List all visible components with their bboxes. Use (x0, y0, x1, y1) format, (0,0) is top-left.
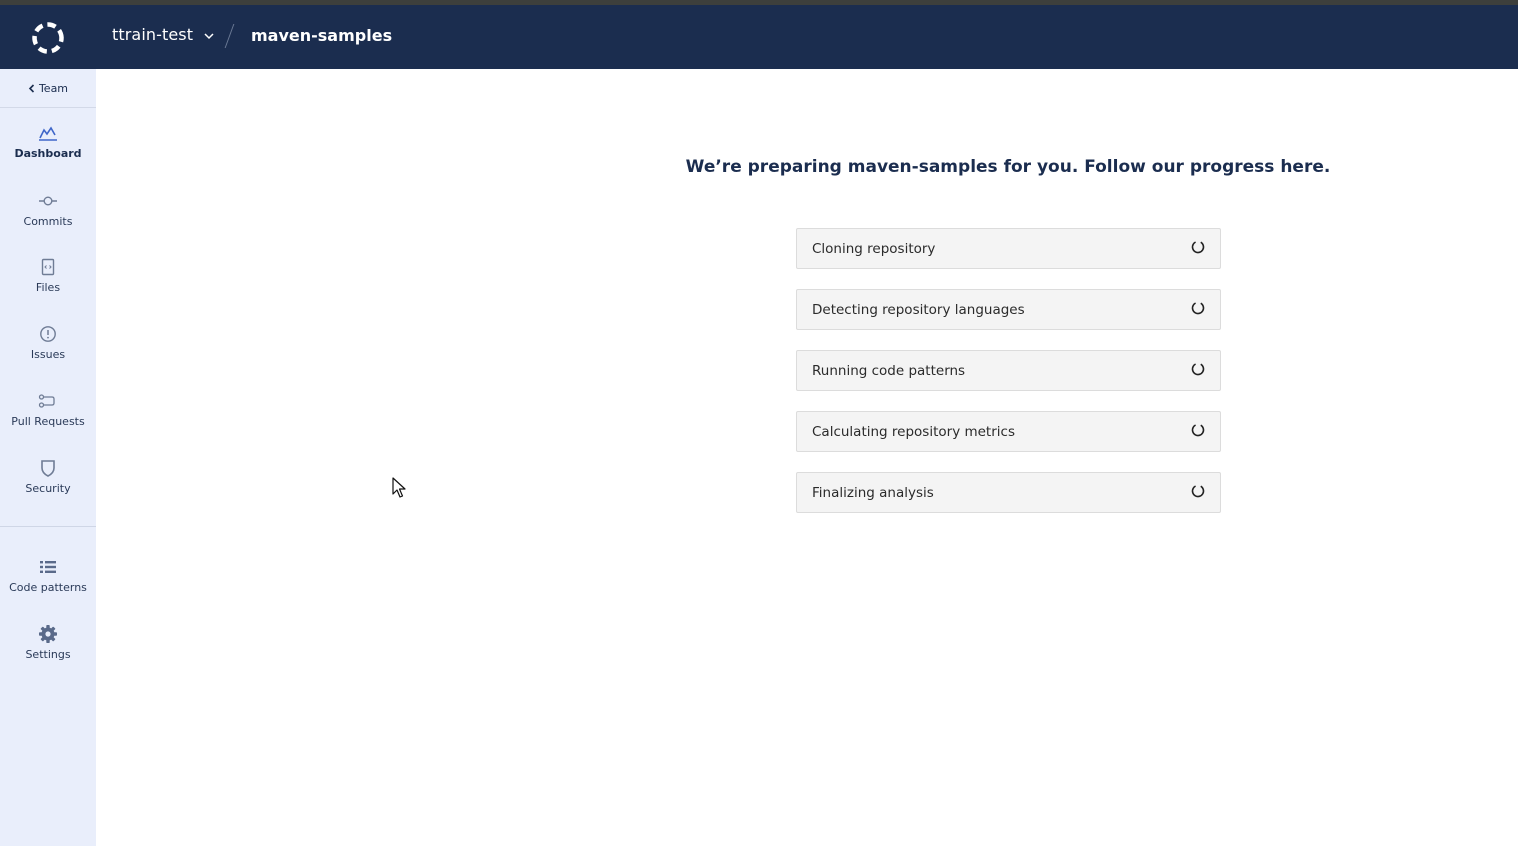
organization-name: ttrain-test (112, 25, 194, 44)
sidebar-item-label: Commits (23, 215, 73, 228)
commit-icon (38, 191, 58, 211)
organization-switcher[interactable]: ttrain-test (112, 25, 215, 44)
sidebar-item-label: Security (25, 482, 71, 495)
step-label: Finalizing analysis (812, 484, 934, 501)
list-icon (38, 557, 58, 577)
sidebar-divider (0, 526, 96, 527)
sidebar-item-code-patterns[interactable]: Code patterns (0, 557, 96, 617)
progress-step: Calculating repository metrics (796, 411, 1221, 452)
sidebar-item-label: Files (35, 281, 61, 294)
codacy-logo-icon[interactable] (30, 20, 66, 56)
progress-step: Finalizing analysis (796, 472, 1221, 513)
sidebar-item-label: Code patterns (9, 581, 87, 594)
chevron-left-icon (28, 83, 35, 93)
loading-spinner-icon (1191, 423, 1205, 436)
loading-spinner-icon (1191, 240, 1205, 253)
progress-headline: We’re preparing maven-samples for you. F… (685, 157, 1331, 177)
pull-request-icon (38, 391, 58, 411)
sidebar-item-label: Settings (25, 648, 71, 661)
sidebar-item-settings[interactable]: Settings (0, 624, 96, 684)
loading-spinner-icon (1191, 484, 1205, 497)
loading-spinner-icon (1191, 301, 1205, 314)
sidebar-item-pull-requests[interactable]: Pull Requests (0, 391, 96, 451)
chevron-down-icon (204, 33, 214, 40)
file-icon (38, 257, 58, 277)
sidebar-item-commits[interactable]: Commits (0, 191, 96, 251)
step-label: Detecting repository languages (812, 301, 1025, 318)
top-bar: ttrain-test maven-samples (0, 5, 1518, 69)
mouse-pointer-icon (392, 477, 406, 498)
progress-step: Detecting repository languages (796, 289, 1221, 330)
loading-spinner-icon (1191, 362, 1205, 375)
sidebar-item-files[interactable]: Files (0, 257, 96, 317)
step-label: Running code patterns (812, 362, 966, 379)
sidebar-item-label: Issues (30, 348, 66, 361)
sidebar-item-dashboard[interactable]: Dashboard (0, 123, 96, 183)
alert-icon (38, 324, 58, 344)
sidebar-item-label: Dashboard (14, 147, 82, 160)
sidebar-item-issues[interactable]: Issues (0, 324, 96, 384)
sidebar-item-label: Pull Requests (11, 415, 85, 428)
progress-step: Running code patterns (796, 350, 1221, 391)
step-label: Calculating repository metrics (812, 423, 1015, 440)
shield-icon (38, 458, 58, 478)
sidebar: Team Dashboard Commits Files Issues Pull… (0, 69, 96, 846)
repository-name[interactable]: maven-samples (251, 26, 392, 45)
back-to-team-link[interactable]: Team (0, 69, 96, 108)
breadcrumb-separator (224, 24, 235, 48)
step-label: Cloning repository (812, 240, 936, 257)
chart-icon (38, 123, 58, 143)
sidebar-item-security[interactable]: Security (0, 458, 96, 518)
progress-step: Cloning repository (796, 228, 1221, 269)
gear-icon (38, 624, 58, 644)
back-to-team-label: Team (38, 81, 69, 95)
